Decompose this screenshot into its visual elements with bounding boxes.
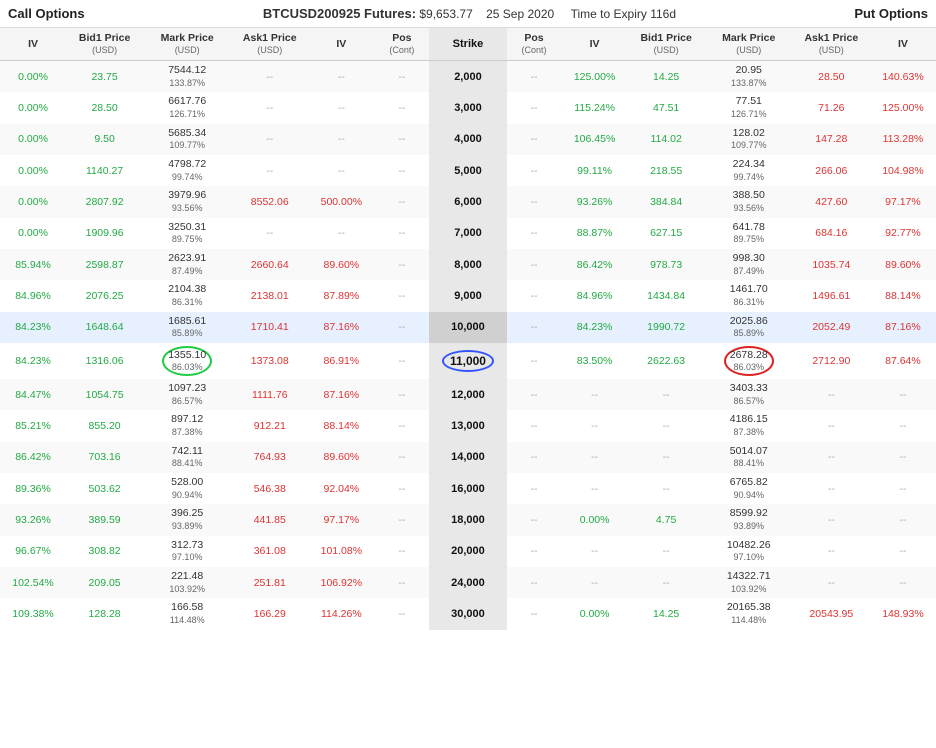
table-row: 0.00%28.506617.76126.71%------3,000--115…	[0, 92, 936, 123]
table-row: 84.23%1648.641685.6185.89%1710.4187.16%-…	[0, 312, 936, 343]
futures-price: $9,653.77	[419, 7, 472, 21]
strike-cell: 13,000	[429, 410, 506, 441]
table-row: 84.47%1054.751097.2386.57%1111.7687.16%-…	[0, 379, 936, 410]
col-call-bid1: Bid1 Price(USD)	[66, 28, 143, 61]
expiry-label: Time to Expiry 116d	[571, 7, 676, 21]
table-row: 0.00%9.505685.34109.77%------4,000--106.…	[0, 124, 936, 155]
table-row: 0.00%23.757544.12133.87%------2,000--125…	[0, 61, 936, 93]
col-call-pos: Pos(Cont)	[374, 28, 429, 61]
strike-cell: 2,000	[429, 61, 506, 93]
table-row: 0.00%1140.274798.7299.74%------5,000--99…	[0, 155, 936, 186]
table-row: 0.00%2807.923979.9693.56%8552.06500.00%-…	[0, 186, 936, 217]
table-row: 93.26%389.59396.2593.89%441.8597.17%--18…	[0, 504, 936, 535]
table-row: 0.00%1909.963250.3189.75%------7,000--88…	[0, 218, 936, 249]
col-put-bid1: Bid1 Price(USD)	[628, 28, 705, 61]
strike-cell: 14,000	[429, 442, 506, 473]
col-call-mark: Mark Price(USD)	[143, 28, 231, 61]
table-row: 84.96%2076.252104.3886.31%2138.0187.89%-…	[0, 280, 936, 311]
strike-cell: 30,000	[429, 598, 506, 629]
futures-info: BTCUSD200925 Futures: $9,653.77 25 Sep 2…	[263, 6, 676, 21]
strike-cell: 6,000	[429, 186, 506, 217]
futures-label: BTCUSD200925 Futures:	[263, 6, 416, 21]
strike-cell: 7,000	[429, 218, 506, 249]
table-row: 89.36%503.62528.0090.94%546.3892.04%--16…	[0, 473, 936, 504]
put-options-label: Put Options	[854, 6, 928, 21]
strike-cell: 11,000	[429, 343, 506, 379]
table-row: 85.94%2598.872623.9187.49%2660.6489.60%-…	[0, 249, 936, 280]
strike-cell: 3,000	[429, 92, 506, 123]
strike-cell: 16,000	[429, 473, 506, 504]
col-put-pos: Pos(Cont)	[507, 28, 562, 61]
strike-cell: 8,000	[429, 249, 506, 280]
table-row: 96.67%308.82312.7397.10%361.08101.08%--2…	[0, 536, 936, 567]
table-row: 86.42%703.16742.1188.41%764.9389.60%--14…	[0, 442, 936, 473]
options-table: IV Bid1 Price(USD) Mark Price(USD) Ask1 …	[0, 28, 936, 630]
col-strike: Strike	[429, 28, 506, 61]
strike-cell: 9,000	[429, 280, 506, 311]
col-call-ask1: Ask1 Price(USD)	[231, 28, 308, 61]
strike-cell: 5,000	[429, 155, 506, 186]
col-put-mark: Mark Price(USD)	[705, 28, 793, 61]
col-call-iv2: IV	[308, 28, 374, 61]
col-put-iv: IV	[562, 28, 628, 61]
table-row: 109.38%128.28166.58114.48%166.29114.26%-…	[0, 598, 936, 629]
header-bar: Call Options BTCUSD200925 Futures: $9,65…	[0, 0, 936, 28]
col-call-iv: IV	[0, 28, 66, 61]
strike-cell: 20,000	[429, 536, 506, 567]
date-label: 25 Sep 2020	[486, 7, 554, 21]
column-headers: IV Bid1 Price(USD) Mark Price(USD) Ask1 …	[0, 28, 936, 61]
strike-cell: 12,000	[429, 379, 506, 410]
call-options-label: Call Options	[8, 6, 85, 21]
col-put-iv2: IV	[870, 28, 936, 61]
col-put-ask1: Ask1 Price(USD)	[793, 28, 870, 61]
table-row: 85.21%855.20897.1287.38%912.2188.14%--13…	[0, 410, 936, 441]
table-row: 84.23%1316.061355.1086.03%1373.0886.91%-…	[0, 343, 936, 379]
strike-cell: 4,000	[429, 124, 506, 155]
strike-cell: 10,000	[429, 312, 506, 343]
table-row: 102.54%209.05221.48103.92%251.81106.92%-…	[0, 567, 936, 598]
strike-cell: 24,000	[429, 567, 506, 598]
strike-cell: 18,000	[429, 504, 506, 535]
